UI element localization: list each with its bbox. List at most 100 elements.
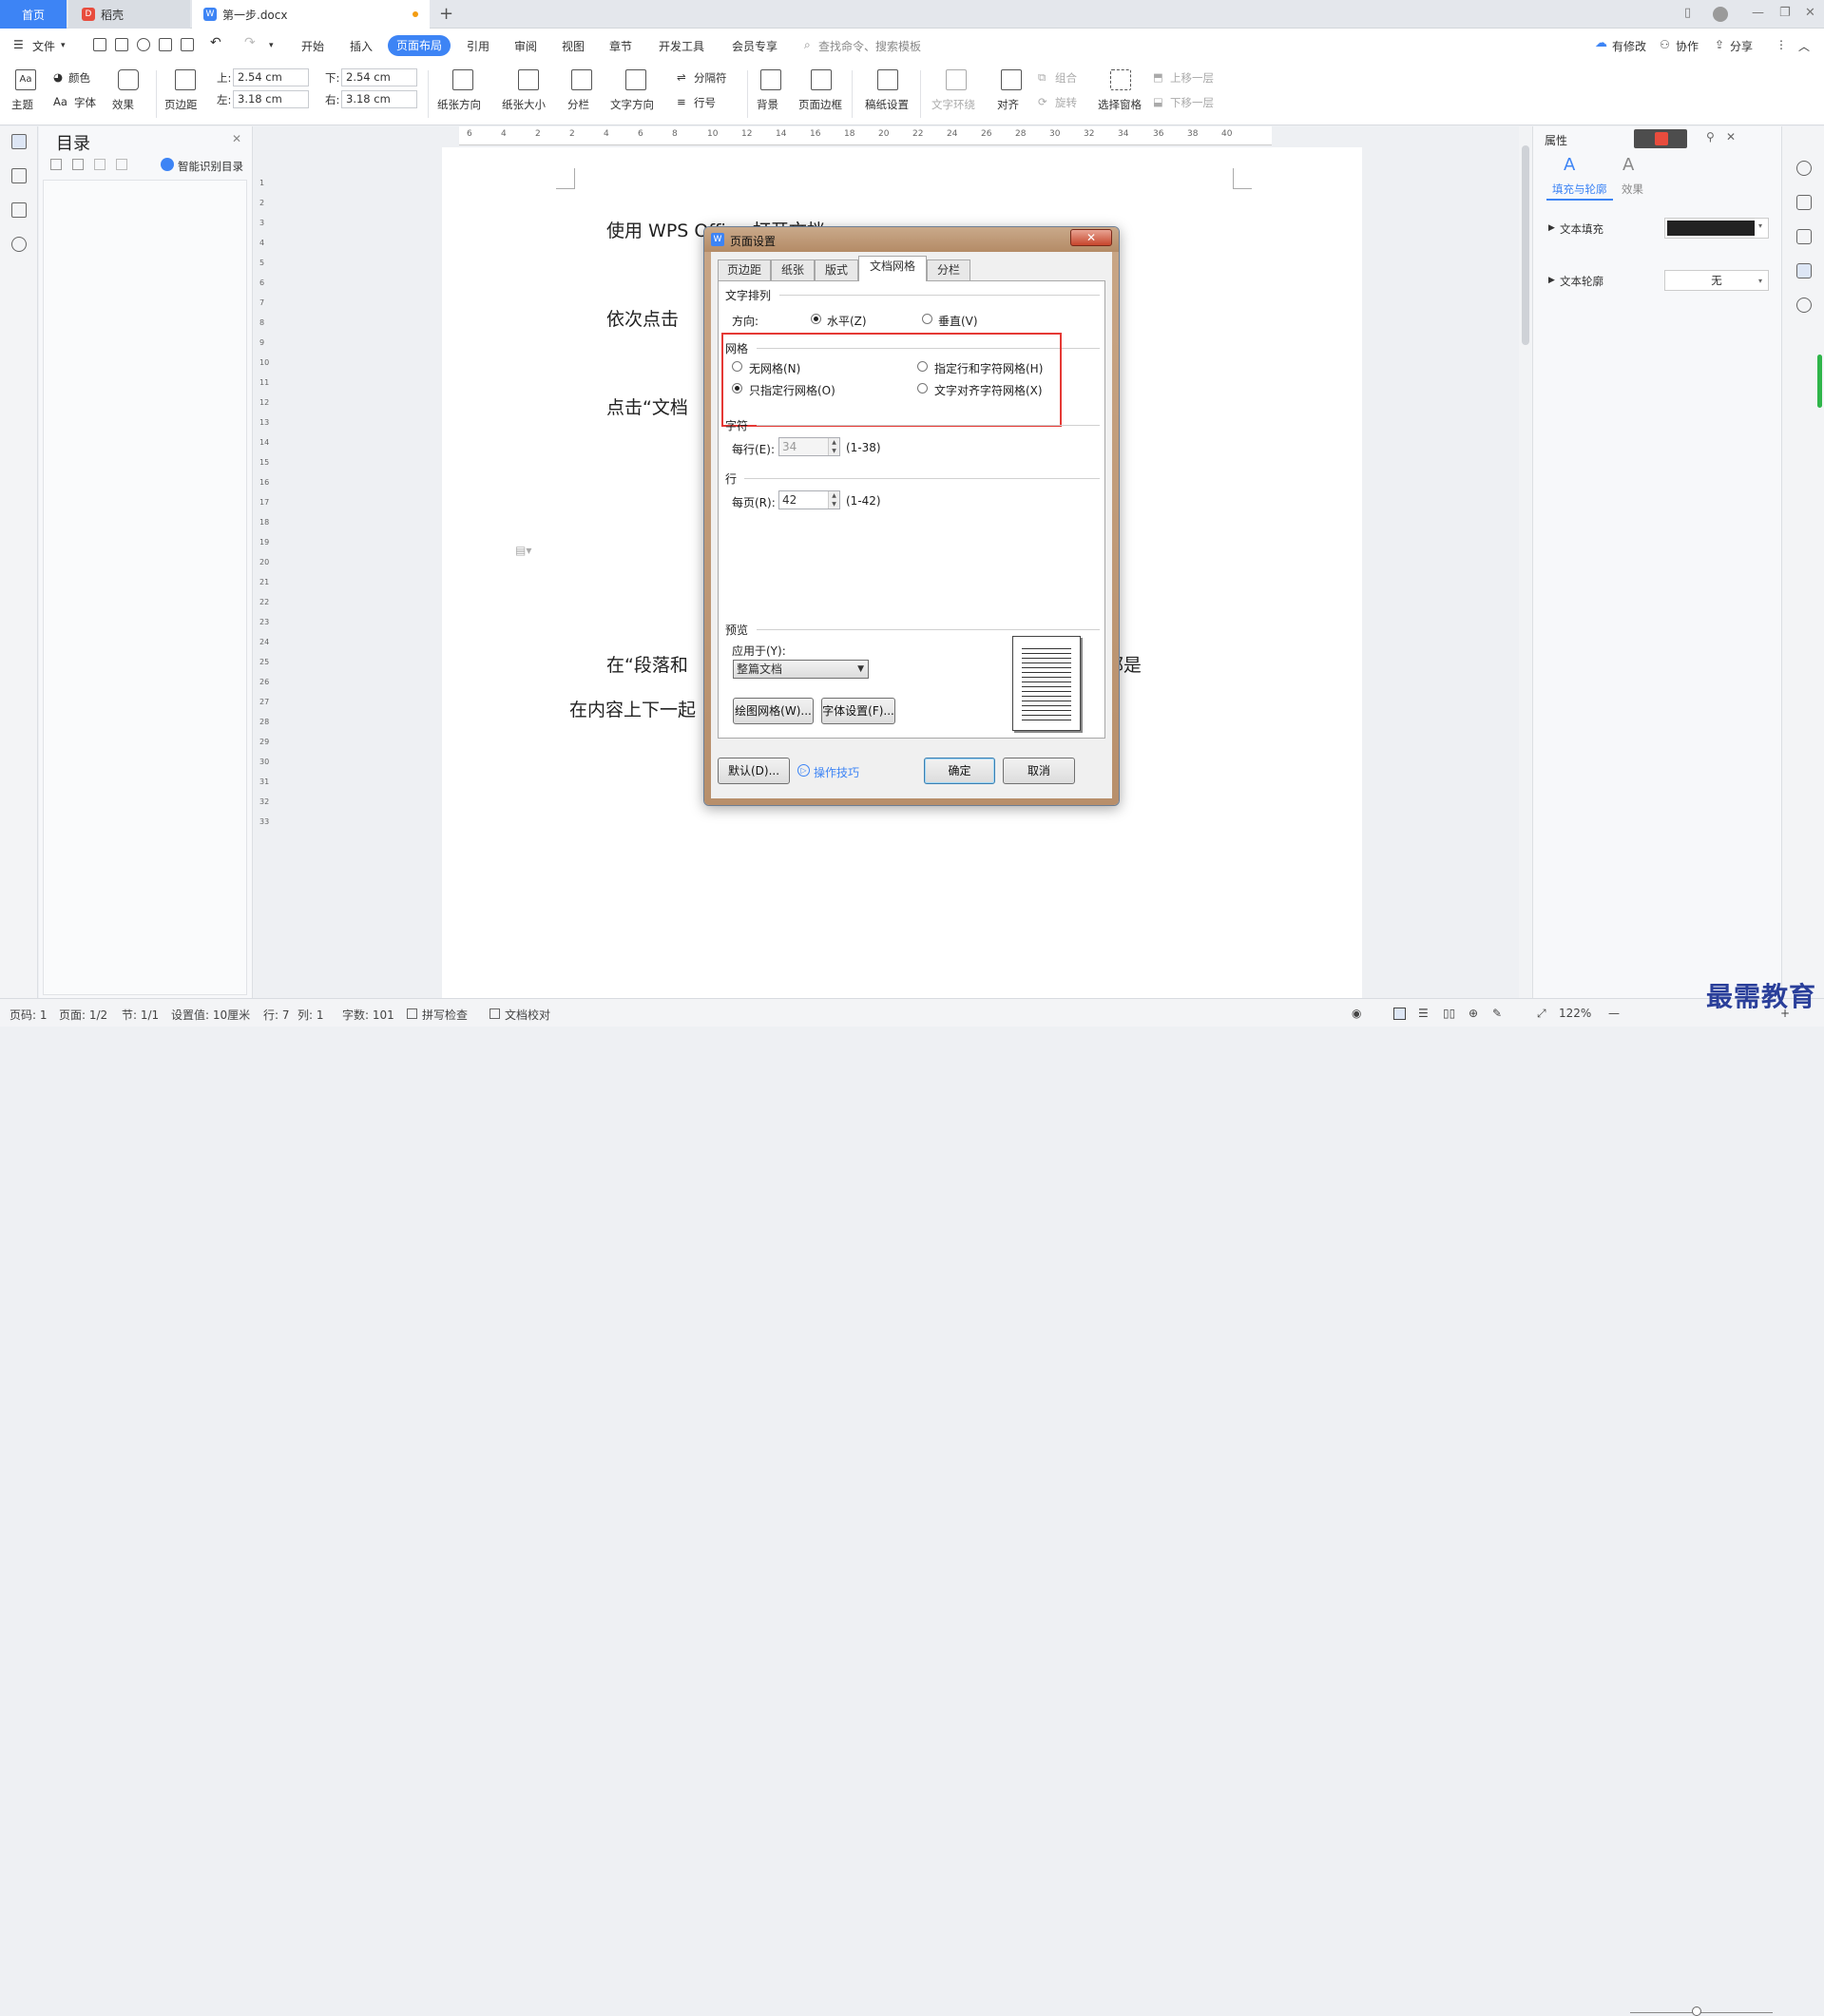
spell-check-button[interactable]: 拼写检查: [422, 1007, 468, 1023]
breaks-button[interactable]: 分隔符: [694, 70, 727, 86]
tab-document[interactable]: W 第一步.docx: [192, 0, 430, 29]
style-thumbnail[interactable]: [1634, 129, 1687, 148]
per-line-stepper[interactable]: 34 ▲ ▼: [778, 437, 840, 456]
bottom-margin-field[interactable]: 2.54 cm: [341, 68, 417, 86]
orientation-button[interactable]: 纸张方向: [437, 97, 481, 112]
properties-title[interactable]: 属性: [1545, 132, 1567, 148]
apply-to-select[interactable]: 整篇文档 ▼: [733, 660, 869, 679]
text-fill-color-select[interactable]: ▾: [1664, 218, 1769, 239]
quick-access-chevron-icon[interactable]: ▾: [269, 41, 274, 50]
page-view-icon[interactable]: [1393, 1008, 1406, 1020]
columns-icon[interactable]: [571, 69, 592, 90]
tab-docer[interactable]: D 稻壳: [68, 0, 190, 29]
vertical-scrollbar[interactable]: [1519, 126, 1532, 998]
write-view-icon[interactable]: ✎: [1492, 1007, 1502, 1020]
menu-insert[interactable]: 插入: [350, 38, 373, 54]
print-preview-icon[interactable]: [181, 38, 194, 51]
avatar[interactable]: [1713, 7, 1728, 22]
dialog-titlebar[interactable]: W 页面设置 ✕: [704, 227, 1119, 252]
horizontal-radio[interactable]: [811, 314, 821, 324]
scroll-thumb[interactable]: [1522, 145, 1529, 345]
menu-chapter[interactable]: 章节: [609, 38, 632, 54]
theme-icon[interactable]: Aa: [15, 69, 36, 90]
colors-button[interactable]: 颜色: [68, 70, 90, 86]
fonts-button[interactable]: 字体: [74, 95, 96, 110]
toc-collapse-icon[interactable]: [72, 159, 84, 170]
status-page[interactable]: 页码: 1: [10, 1007, 48, 1023]
new-tab-button[interactable]: +: [439, 4, 453, 24]
new-doc-icon[interactable]: [93, 38, 106, 51]
vertical-label[interactable]: 垂直(V): [938, 313, 978, 329]
right-margin-field[interactable]: 3.18 cm: [341, 90, 417, 108]
rotate-button[interactable]: 旋转: [1055, 95, 1077, 110]
horizontal-label[interactable]: 水平(Z): [827, 313, 867, 329]
status-words[interactable]: 字数: 101: [342, 1007, 394, 1023]
tab-home[interactable]: 首页: [0, 0, 67, 29]
toc-remove-icon[interactable]: [116, 159, 127, 170]
manuscript-icon[interactable]: [877, 69, 898, 90]
send-backward-button[interactable]: 下移一层: [1170, 95, 1214, 110]
per-page-spin-icon[interactable]: ▲ ▼: [828, 491, 839, 509]
font-settings-button[interactable]: 字体设置(F)...: [821, 698, 895, 724]
command-search-input[interactable]: 查找命令、搜索模板: [818, 38, 921, 54]
theme-button[interactable]: 主题: [11, 97, 33, 112]
text-direction-icon[interactable]: [625, 69, 646, 90]
bookmark-icon[interactable]: [11, 202, 27, 218]
default-button[interactable]: 默认(D)...: [718, 758, 790, 784]
background-button[interactable]: 背景: [757, 97, 778, 112]
ok-button[interactable]: 确定: [924, 758, 995, 784]
eye-protect-icon[interactable]: ◉: [1352, 1007, 1361, 1020]
fill-outline-icon[interactable]: A: [1564, 155, 1575, 175]
status-pages[interactable]: 页面: 1/2: [59, 1007, 107, 1023]
tab-fill-outline[interactable]: 填充与轮廓: [1552, 182, 1607, 197]
web-view-icon[interactable]: ⊕: [1469, 1007, 1478, 1020]
status-section[interactable]: 节: 1/1: [122, 1007, 159, 1023]
cancel-button[interactable]: 取消: [1003, 758, 1075, 784]
pen-tool-icon[interactable]: [1796, 195, 1812, 210]
selection-pane-button[interactable]: 选择窗格: [1098, 97, 1142, 112]
line-numbers-button[interactable]: 行号: [694, 95, 716, 110]
navigation-icon[interactable]: [11, 168, 27, 183]
top-margin-field[interactable]: 2.54 cm: [233, 68, 309, 86]
orientation-icon[interactable]: [452, 69, 473, 90]
modified-button[interactable]: 有修改: [1612, 38, 1646, 54]
zoom-slider[interactable]: [1630, 2012, 1773, 2013]
share-button[interactable]: 分享: [1730, 38, 1753, 54]
align-button[interactable]: 对齐: [997, 97, 1019, 112]
horizontal-ruler[interactable]: 6 4 2 2 4 6 8 10 12 14 16 18 20 22 24 26 28 30 32 34 36 38 40: [459, 126, 1272, 145]
format-painter-icon[interactable]: [137, 38, 150, 51]
smart-toc-button[interactable]: 智能识别目录: [178, 159, 243, 174]
menu-member[interactable]: 会员专享: [732, 38, 778, 54]
toc-close-icon[interactable]: ✕: [232, 132, 241, 145]
tab-margins[interactable]: 页边距: [718, 259, 771, 280]
margins-icon[interactable]: [175, 69, 196, 90]
menu-review[interactable]: 审阅: [514, 38, 537, 54]
print-icon[interactable]: [159, 38, 172, 51]
tab-layout[interactable]: 版式: [815, 259, 858, 280]
shape-tool-icon[interactable]: [1796, 161, 1812, 176]
collaborate-button[interactable]: 协作: [1676, 38, 1699, 54]
tips-link[interactable]: 操作技巧: [814, 764, 859, 780]
green-side-tab[interactable]: [1817, 355, 1822, 408]
zoom-out-button[interactable]: —: [1608, 1007, 1620, 1020]
text-wrap-icon[interactable]: [946, 69, 967, 90]
more-icon[interactable]: ⋮: [1776, 38, 1787, 51]
page-border-button[interactable]: 页面边框: [798, 97, 842, 112]
effects-button[interactable]: 效果: [112, 97, 134, 112]
menu-page-layout[interactable]: 页面布局: [388, 35, 451, 56]
restore-icon[interactable]: ❐: [1779, 6, 1791, 20]
menu-developer[interactable]: 开发工具: [659, 38, 704, 54]
find-icon[interactable]: [11, 237, 27, 252]
left-margin-field[interactable]: 3.18 cm: [233, 90, 309, 108]
redo-icon[interactable]: ↷: [244, 35, 256, 50]
vertical-radio[interactable]: [922, 314, 932, 324]
selection-pane-icon[interactable]: [1110, 69, 1131, 90]
menu-start[interactable]: 开始: [301, 38, 324, 54]
per-page-stepper[interactable]: 42 ▲ ▼: [778, 490, 840, 509]
text-outline-select[interactable]: 无 ▾: [1664, 270, 1769, 291]
background-icon[interactable]: [760, 69, 781, 90]
menu-references[interactable]: 引用: [467, 38, 490, 54]
columns-button[interactable]: 分栏: [567, 97, 589, 112]
collapse-ribbon-icon[interactable]: ︿: [1798, 38, 1810, 54]
outline-view-icon[interactable]: ☰: [1418, 1007, 1429, 1020]
